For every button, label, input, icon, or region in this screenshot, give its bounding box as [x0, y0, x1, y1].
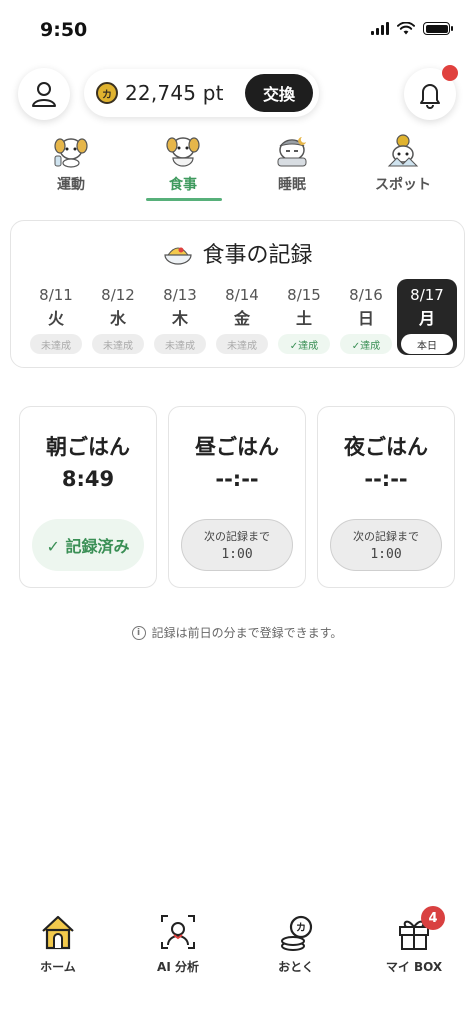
- day-item-today[interactable]: 8/17 月 本日: [397, 279, 457, 355]
- day-item[interactable]: 8/14 金 未達成: [213, 279, 271, 355]
- record-title: 食事の記録: [202, 243, 313, 268]
- category-tabs: 運動 食事 睡眠 スポット: [0, 134, 474, 202]
- day-item[interactable]: 8/12 水 未達成: [89, 279, 147, 355]
- meal-time: --:--: [215, 467, 259, 491]
- day-list: 8/11 火 未達成 8/12 水 未達成 8/13 木 未達成 8/14 金 …: [27, 279, 457, 359]
- notification-button[interactable]: [404, 65, 458, 120]
- day-date: 8/14: [225, 286, 259, 304]
- countdown-label: 次の記録まで: [353, 530, 419, 543]
- day-date: 8/12: [101, 286, 135, 304]
- day-date: 8/16: [349, 286, 383, 304]
- countdown-time: 1:00: [221, 547, 253, 562]
- user-icon: [32, 82, 56, 107]
- day-status-badge: 本日: [401, 334, 453, 354]
- day-item[interactable]: 8/15 土 ✓達成: [275, 279, 333, 355]
- nav-home[interactable]: ホーム: [8, 912, 108, 975]
- tab-label: スポット: [375, 177, 431, 193]
- svg-text:カ: カ: [296, 922, 306, 934]
- day-weekday: 金: [233, 309, 250, 328]
- coin-icon: カ: [96, 82, 118, 104]
- tab-spot[interactable]: スポット: [348, 134, 458, 202]
- info-note-text: 記録は前日の分まで登録できます。: [151, 626, 343, 640]
- nav-ai-analysis[interactable]: AI 分析: [128, 912, 228, 975]
- dog-spot-icon: [387, 134, 419, 167]
- ai-scan-icon: [161, 915, 195, 949]
- tab-label: 運動: [57, 177, 85, 193]
- day-item[interactable]: 8/11 火 未達成: [27, 279, 85, 355]
- tab-label: 食事: [169, 177, 197, 193]
- meal-card-lunch: 昼ごはん --:-- 次の記録まで 1:00: [168, 406, 306, 588]
- day-weekday: 土: [295, 309, 312, 328]
- nav-badge: 4: [421, 906, 445, 930]
- meal-name: 朝ごはん: [46, 435, 130, 459]
- nav-label: AI 分析: [157, 960, 199, 974]
- nav-deals[interactable]: カ おとく: [246, 912, 346, 975]
- bell-icon: [420, 84, 440, 109]
- day-weekday: 日: [357, 309, 374, 328]
- day-weekday: 火: [47, 309, 64, 328]
- day-item[interactable]: 8/16 日 ✓達成: [337, 279, 395, 355]
- day-status-badge: ✓達成: [340, 334, 392, 354]
- notification-dot: [442, 65, 458, 81]
- day-date: 8/17: [410, 286, 444, 304]
- bottom-nav: ホーム AI 分析 カ おとく 4 マイ BOX: [0, 900, 474, 990]
- record-title-row: 食事の記録: [11, 237, 464, 269]
- dog-sleep-icon: [277, 137, 307, 167]
- meal-name: 夜ごはん: [344, 435, 428, 459]
- nav-label: マイ BOX: [385, 960, 443, 974]
- dog-meal-icon: [166, 137, 200, 167]
- tab-exercise[interactable]: 運動: [16, 134, 126, 202]
- status-time: 9:50: [40, 19, 88, 41]
- day-weekday: 木: [171, 309, 188, 328]
- status-bar: 9:50: [0, 0, 474, 56]
- status-icons: [371, 22, 453, 35]
- nav-label: ホーム: [40, 960, 76, 974]
- day-status-badge: 未達成: [30, 334, 82, 354]
- next-record-countdown-button[interactable]: 次の記録まで 1:00: [330, 519, 442, 571]
- meal-time: 8:49: [61, 467, 115, 491]
- day-date: 8/11: [39, 286, 73, 304]
- day-status-badge: 未達成: [154, 334, 206, 354]
- day-date: 8/13: [163, 286, 197, 304]
- meal-bowl-icon: [164, 247, 193, 265]
- battery-icon: [423, 22, 453, 35]
- coins-icon: カ: [281, 915, 313, 951]
- exchange-button[interactable]: 交換: [245, 74, 313, 112]
- meal-record-card: 食事の記録 8/11 火 未達成 8/12 水 未達成 8/13 木 未達成 8…: [10, 220, 465, 368]
- active-tab-indicator: [146, 198, 222, 201]
- home-icon: [42, 915, 74, 950]
- info-note: i 記録は前日の分まで登録できます。: [0, 624, 474, 641]
- wifi-icon: [397, 22, 415, 35]
- meal-card-breakfast: 朝ごはん 8:49 ✓ 記録済み: [19, 406, 157, 588]
- day-status-badge: ✓達成: [278, 334, 330, 354]
- meal-card-dinner: 夜ごはん --:-- 次の記録まで 1:00: [317, 406, 455, 588]
- nav-my-box[interactable]: 4 マイ BOX: [364, 906, 464, 975]
- profile-button[interactable]: [18, 68, 70, 120]
- meal-time: --:--: [364, 467, 408, 491]
- info-icon: i: [131, 625, 146, 640]
- day-status-badge: 未達成: [92, 334, 144, 354]
- day-date: 8/15: [287, 286, 321, 304]
- tab-sleep[interactable]: 睡眠: [237, 134, 347, 202]
- day-item[interactable]: 8/13 木 未達成: [151, 279, 209, 355]
- day-status-badge: 未達成: [216, 334, 268, 354]
- meal-name: 昼ごはん: [195, 435, 279, 459]
- countdown-label: 次の記録まで: [204, 530, 270, 543]
- points-display: カ 22,745 pt 交換: [84, 69, 319, 117]
- signal-icon: [371, 22, 389, 35]
- countdown-time: 1:00: [370, 547, 402, 562]
- dog-exercise-icon: [54, 138, 88, 168]
- next-record-countdown-button[interactable]: 次の記録まで 1:00: [181, 519, 293, 571]
- day-weekday: 月: [418, 309, 435, 328]
- points-value: 22,745 pt: [125, 81, 224, 105]
- tab-label: 睡眠: [278, 177, 306, 193]
- tab-meal[interactable]: 食事: [128, 134, 238, 202]
- recorded-status-button[interactable]: ✓ 記録済み: [32, 519, 144, 571]
- day-weekday: 水: [109, 309, 126, 328]
- nav-label: おとく: [278, 960, 314, 974]
